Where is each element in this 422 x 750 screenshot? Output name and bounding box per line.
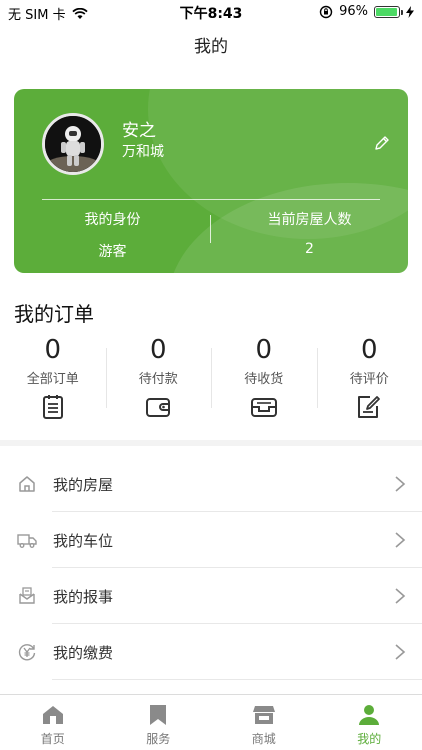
wallet-icon <box>146 398 171 417</box>
user-name: 安之 <box>122 121 156 141</box>
menu-item-house[interactable]: 我的房屋 <box>0 456 422 512</box>
menu-item-label: 我的缴费 <box>53 643 114 662</box>
profile-card[interactable]: 安之 万和城 我的身份 游客 当前房屋人数 2 <box>14 89 408 273</box>
order-label: 待评价 <box>349 372 389 387</box>
tab-label: 首页 <box>40 732 65 746</box>
order-pending-receipt[interactable]: 0 待收货 <box>211 334 317 424</box>
occupants-label: 当前房屋人数 <box>267 212 352 228</box>
yuan-icon <box>18 644 36 661</box>
battery-percent: 96% <box>339 4 368 19</box>
order-count: 0 <box>360 335 378 365</box>
chevron-right-icon <box>395 588 406 604</box>
menu-item-label: 我的车位 <box>53 531 114 550</box>
order-count: 0 <box>255 335 273 365</box>
tab-label: 我的 <box>357 732 382 746</box>
chevron-right-icon <box>395 532 406 548</box>
community-name: 万和城 <box>122 144 164 160</box>
occupants-value: 2 <box>305 241 314 257</box>
order-label: 待付款 <box>138 372 178 387</box>
section-gap <box>0 440 422 446</box>
menu-item-reports[interactable]: 我的报事 <box>0 568 422 624</box>
tab-label: 商城 <box>251 732 276 746</box>
tab-label: 服务 <box>146 732 171 746</box>
menu-item-payments[interactable]: 我的缴费 <box>0 624 422 680</box>
inbox-icon <box>250 398 277 417</box>
orders-title: 我的订单 <box>14 302 94 326</box>
chevron-right-icon <box>395 476 406 492</box>
menu-item-label: 我的报事 <box>53 587 114 606</box>
house-icon <box>19 476 35 492</box>
order-count: 0 <box>44 335 62 365</box>
avatar[interactable] <box>42 113 104 175</box>
card-divider <box>42 199 380 200</box>
tab-mine[interactable]: 我的 <box>317 695 422 750</box>
mail-icon <box>19 587 35 604</box>
menu-item-label: 我的房屋 <box>53 475 114 494</box>
charging-icon <box>406 5 414 18</box>
status-bar: 无 SIM 卡 下午8:43 96% <box>0 0 422 24</box>
order-label: 全部订单 <box>26 372 79 387</box>
clipboard-icon <box>42 395 63 419</box>
tab-service[interactable]: 服务 <box>106 695 212 750</box>
order-pending-review[interactable]: 0 待评价 <box>316 334 422 424</box>
review-icon <box>358 396 381 418</box>
user-icon <box>359 705 380 725</box>
store-icon <box>252 706 275 724</box>
order-count: 0 <box>149 335 167 365</box>
tab-bar: 首页 服务 商城 我的 <box>0 694 422 750</box>
chevron-right-icon <box>395 644 406 660</box>
orders-row: 0 全部订单 0 待付款 0 待收货 0 待评价 <box>0 334 422 424</box>
astronaut-avatar-image <box>45 116 101 172</box>
edit-icon[interactable] <box>372 133 392 153</box>
order-label: 待收货 <box>244 372 284 387</box>
tab-home[interactable]: 首页 <box>0 695 106 750</box>
occupants-stat: 当前房屋人数 2 <box>211 207 408 257</box>
menu-list: 我的房屋 我的车位 我的报事 我的缴费 <box>0 456 422 680</box>
order-pending-payment[interactable]: 0 待付款 <box>105 334 212 424</box>
bookmark-icon <box>150 705 167 725</box>
identity-stat: 我的身份 游客 <box>14 207 211 261</box>
battery-icon <box>374 5 403 18</box>
identity-value: 游客 <box>98 244 127 260</box>
page-title: 我的 <box>194 37 228 57</box>
tab-mall[interactable]: 商城 <box>211 695 317 750</box>
home-icon <box>42 706 63 724</box>
truck-icon <box>17 534 37 548</box>
status-right: 96% <box>319 4 414 19</box>
identity-label: 我的身份 <box>84 212 141 228</box>
order-all[interactable]: 0 全部订单 <box>0 334 106 424</box>
menu-item-parking[interactable]: 我的车位 <box>0 512 422 568</box>
orientation-lock-icon <box>319 5 333 18</box>
